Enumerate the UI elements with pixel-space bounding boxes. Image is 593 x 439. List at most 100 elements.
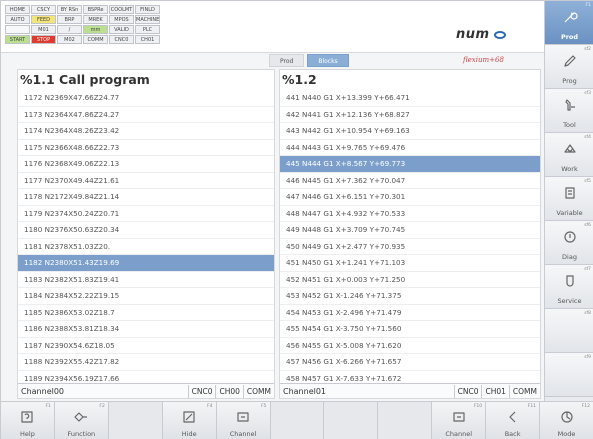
- softkey-channel[interactable]: F10 Channel: [432, 402, 487, 439]
- sidebar-button-empty[interactable]: sf9: [545, 353, 593, 397]
- sidebar-button-work[interactable]: sf4 Work: [545, 133, 593, 177]
- mode-icon: [559, 409, 575, 425]
- program-line[interactable]: 450 N449 G1 X+2.477 Y+70.935: [280, 239, 540, 255]
- sidebar-button-prod[interactable]: F1 Prod: [545, 1, 593, 45]
- wrench-icon: [562, 9, 578, 25]
- program-line[interactable]: 454 N453 G1 X-2.496 Y+71.479: [280, 305, 540, 321]
- softkey-function[interactable]: F2 Function: [54, 402, 109, 439]
- program-panel-left: %1.1 Call program 1172 N2369X47.66Z24.77…: [17, 69, 275, 399]
- status-cell: MREK: [83, 15, 108, 24]
- softkey-help[interactable]: F1 Help: [1, 402, 55, 439]
- program-line[interactable]: 1183 N2382X51.83Z19.41: [18, 272, 274, 288]
- sidebar-button-prog[interactable]: sf2 Prog: [545, 45, 593, 89]
- workpiece-icon: [562, 141, 578, 157]
- program-line[interactable]: 453 N452 G1 X-1.246 Y+71.375: [280, 288, 540, 305]
- key-number: sf6: [584, 223, 591, 228]
- program-line[interactable]: 1177 N2370X49.44Z21.61: [18, 173, 274, 189]
- key-number: F12: [581, 404, 590, 409]
- program-line[interactable]: 1187 N2390X54.6Z18.05: [18, 338, 274, 354]
- program-line[interactable]: 1182 N2380X51.43Z19.69: [18, 255, 274, 272]
- program-line[interactable]: 447 N446 G1 X+6.151 Y+70.301: [280, 189, 540, 206]
- sidebar-button-diag[interactable]: sf6 Diag: [545, 221, 593, 265]
- softkey-channel[interactable]: F5 Channel: [216, 402, 271, 439]
- logo-text: num: [456, 27, 490, 42]
- sidebar-button-tool[interactable]: sf3 Tool: [545, 89, 593, 133]
- program-line[interactable]: 456 N455 G1 X-5.008 Y+71.620: [280, 338, 540, 354]
- program-line[interactable]: 1180 N2376X50.63Z20.34: [18, 222, 274, 239]
- program-line[interactable]: 1181 N2378X51.03Z20.: [18, 239, 274, 255]
- key-number: sf5: [584, 179, 591, 184]
- sidebar-button-empty[interactable]: sf8: [545, 309, 593, 353]
- softkey-empty: [270, 402, 325, 439]
- key-number: sf4: [584, 135, 591, 140]
- program-line[interactable]: 455 N454 G1 X-3.750 Y+71.560: [280, 321, 540, 338]
- softkey-label: Back: [504, 430, 521, 438]
- sidebar-label: Service: [557, 297, 582, 305]
- back-icon: [505, 409, 521, 425]
- softkey-label: Hide: [181, 430, 197, 438]
- softkey-back[interactable]: F11 Back: [486, 402, 541, 439]
- sidebar-button-service[interactable]: sf7 Service: [545, 265, 593, 309]
- program-line[interactable]: 1185 N2386X53.02Z18.7: [18, 305, 274, 321]
- program-line[interactable]: 1175 N2366X48.66Z22.73: [18, 140, 274, 156]
- softkey-label: Channel: [229, 430, 257, 438]
- program-line[interactable]: 445 N444 G1 X+8.567 Y+69.773: [280, 156, 540, 173]
- program-line[interactable]: 443 N442 G1 X+10.954 Y+69.163: [280, 123, 540, 140]
- tool-icon: [562, 97, 578, 113]
- program-line[interactable]: 1184 N2384X52.22Z19.15: [18, 288, 274, 305]
- program-line[interactable]: 449 N448 G1 X+3.709 Y+70.745: [280, 222, 540, 239]
- program-line[interactable]: 1173 N2364X47.86Z24.27: [18, 107, 274, 123]
- status-cell: M02: [57, 35, 82, 44]
- brand-text: flexium+68: [463, 56, 504, 64]
- softkey-label: Function: [67, 430, 96, 438]
- key-number: sf7: [584, 267, 591, 272]
- status-cell: FINLD: [135, 5, 160, 14]
- channel-icon: [235, 409, 251, 425]
- program-line[interactable]: 446 N445 G1 X+7.362 Y+70.047: [280, 173, 540, 189]
- help-icon: [19, 409, 35, 425]
- status-cell: CSCY: [31, 5, 56, 14]
- sidebar-button-variable[interactable]: sf5 Variable: [545, 177, 593, 221]
- key-number: F5: [261, 404, 267, 409]
- status-cell: VALID: [109, 25, 134, 34]
- program-line[interactable]: 1188 N2392X55.42Z17.82: [18, 354, 274, 371]
- key-number: sf2: [584, 47, 591, 52]
- panel-title: %1.2: [282, 72, 317, 87]
- program-line[interactable]: 441 N440 G1 X+13.399 Y+66.471: [280, 90, 540, 107]
- sidebar-label: Work: [561, 165, 578, 173]
- program-line[interactable]: 451 N450 G1 X+1.241 Y+71.103: [280, 255, 540, 272]
- program-line[interactable]: 1174 N2364X48.26Z23.42: [18, 123, 274, 140]
- status-cell: /: [57, 25, 82, 34]
- status-cell: BRP: [57, 15, 82, 24]
- footer-tag: COMM: [242, 384, 274, 398]
- status-cell: HOME: [5, 5, 30, 14]
- key-number: sf8: [584, 311, 591, 316]
- function-sidebar: F1 Prod sf2 Prog sf3 Tool sf4 Work sf5 Variable sf…: [544, 1, 593, 401]
- program-line[interactable]: 1172 N2369X47.66Z24.77: [18, 90, 274, 107]
- program-line[interactable]: 1176 N2368X49.06Z22.13: [18, 156, 274, 173]
- mode-tab[interactable]: Blocks: [307, 54, 349, 67]
- program-line[interactable]: 1186 N2388X53.81Z18.34: [18, 321, 274, 338]
- panel-footer: Channel01 CNC0 CH01 COMM: [280, 383, 540, 398]
- program-line[interactable]: 442 N441 G1 X+12.136 Y+68.827: [280, 107, 540, 123]
- key-number: F1: [585, 3, 591, 8]
- softkey-mode[interactable]: F12 Mode: [540, 402, 593, 439]
- footer-tag: CNC0: [453, 384, 482, 398]
- program-line[interactable]: 1178 N2172X49.84Z21.14: [18, 189, 274, 206]
- status-cell: BY RSn: [57, 5, 82, 14]
- mode-tab[interactable]: Prod: [269, 54, 305, 67]
- program-line[interactable]: 448 N447 G1 X+4.932 Y+70.533: [280, 206, 540, 222]
- program-line[interactable]: 452 N451 G1 X+0.003 Y+71.250: [280, 272, 540, 288]
- softkey-hide[interactable]: F4 Hide: [162, 402, 217, 439]
- program-line[interactable]: 457 N456 G1 X-6.266 Y+71.657: [280, 354, 540, 371]
- program-lines: 1172 N2369X47.66Z24.77 1173 N2364X47.86Z2…: [18, 90, 274, 387]
- status-cell: START: [5, 35, 30, 44]
- status-cell: MACHINE: [135, 15, 160, 24]
- program-line[interactable]: 1179 N2374X50.24Z20.71: [18, 206, 274, 222]
- program-line[interactable]: 444 N443 G1 X+9.765 Y+69.476: [280, 140, 540, 156]
- footer-tag: CH00: [215, 384, 242, 398]
- program-panel-right: %1.2 441 N440 G1 X+13.399 Y+66.471 442 N4…: [279, 69, 541, 399]
- logo-mark-icon: [493, 30, 506, 39]
- status-cell: FEED: [31, 15, 56, 24]
- status-cell: STOP: [31, 35, 56, 44]
